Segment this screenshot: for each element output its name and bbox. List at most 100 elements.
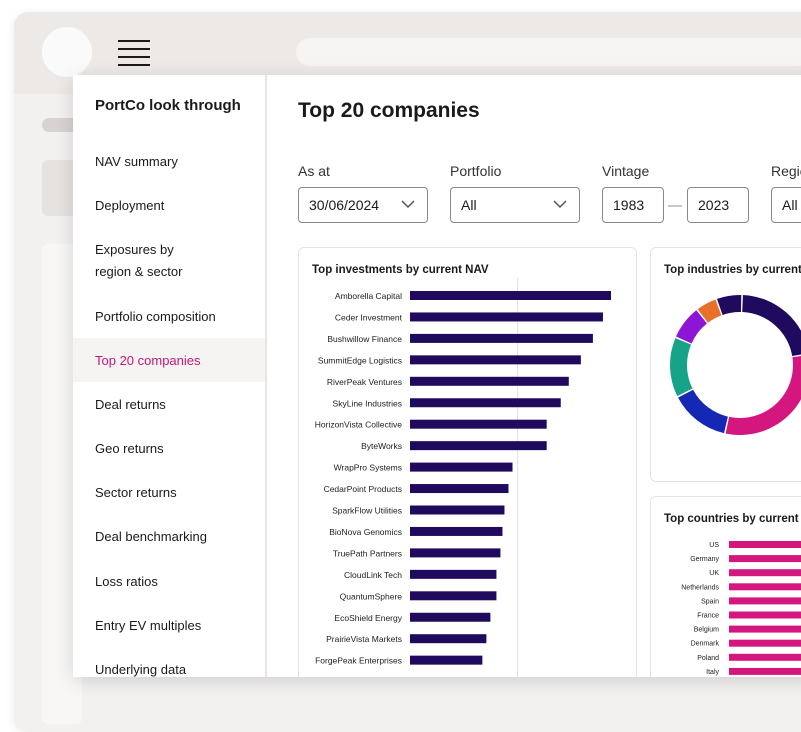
tick-label-quantumsphere: QuantumSphere bbox=[340, 591, 403, 601]
sidebar-item-entry-ev-multiples[interactable]: Entry EV multiples bbox=[73, 603, 265, 647]
tick-label-bionova-genomics: BioNova Genomics bbox=[329, 527, 402, 537]
bar-truepath-partners[interactable] bbox=[410, 548, 501, 558]
sidebar-item-label: Exposures by region & sector bbox=[95, 239, 182, 283]
report-panel: PortCo look through NAV summary Deployme… bbox=[73, 75, 801, 677]
tick-label-uk: UK bbox=[709, 570, 719, 577]
bar-poland[interactable] bbox=[729, 653, 801, 661]
tick-label-france: France bbox=[697, 613, 719, 620]
sidebar-item-geo-returns[interactable]: Geo returns bbox=[73, 426, 265, 470]
top-industries-chart bbox=[670, 295, 801, 435]
portfolio-value: All bbox=[461, 197, 477, 213]
bar-quantumsphere[interactable] bbox=[410, 591, 497, 601]
bar-cedarpoint-products[interactable] bbox=[410, 484, 509, 494]
sidebar-item-top-20-companies[interactable]: Top 20 companies bbox=[73, 338, 265, 382]
tick-label-bushwillow-finance: Bushwillow Finance bbox=[327, 334, 402, 344]
sidebar-item-deployment[interactable]: Deployment bbox=[73, 183, 265, 227]
vintage-to-input[interactable]: 2023 bbox=[687, 187, 749, 223]
bar-cloudlink-tech[interactable] bbox=[410, 569, 497, 579]
avatar[interactable] bbox=[42, 27, 92, 77]
vintage-range-dash bbox=[668, 205, 682, 207]
bar-ecoshield-energy[interactable] bbox=[410, 612, 491, 622]
sidebar-item-label: Top 20 companies bbox=[95, 352, 201, 368]
bar-ceder-investment[interactable] bbox=[410, 312, 603, 322]
bar-summitedge-logistics[interactable] bbox=[410, 355, 581, 365]
sidebar-item-label: Entry EV multiples bbox=[95, 617, 202, 633]
bar-wrappro-systems[interactable] bbox=[410, 462, 513, 472]
sidebar-item-deal-returns[interactable]: Deal returns bbox=[73, 382, 265, 426]
sidebar-item-underlying-data[interactable]: Underlying data bbox=[73, 647, 265, 677]
bar-belgium[interactable] bbox=[729, 625, 801, 633]
donut-slice-2[interactable] bbox=[678, 389, 728, 434]
bar-amborella-capital[interactable] bbox=[410, 291, 611, 300]
tick-label-belgium: Belgium bbox=[694, 627, 719, 634]
hamburger-menu-icon[interactable] bbox=[118, 40, 150, 66]
tick-label-skyline-industries: SkyLine Industries bbox=[333, 398, 402, 408]
as-at-value: 30/06/2024 bbox=[309, 197, 380, 213]
chevron-down-icon bbox=[401, 200, 415, 209]
sidebar-item-sector-returns[interactable]: Sector returns bbox=[73, 470, 265, 514]
bar-sparkflow-utilities[interactable] bbox=[410, 505, 505, 515]
sidebar-item-loss-ratios[interactable]: Loss ratios bbox=[73, 559, 265, 603]
bar-italy[interactable] bbox=[729, 667, 801, 675]
sidebar-item-label: Underlying data bbox=[95, 661, 187, 677]
bar-bionova-genomics[interactable] bbox=[410, 526, 503, 536]
tick-label-byteworks: ByteWorks bbox=[361, 441, 402, 451]
tick-label-italy: Italy bbox=[706, 669, 719, 676]
donut-slice-3[interactable] bbox=[670, 338, 693, 397]
vintage-label: Vintage bbox=[602, 163, 650, 179]
tick-label-denmark: Denmark bbox=[691, 641, 720, 648]
tick-label-netherlands: Netherlands bbox=[681, 584, 719, 591]
top-investments-chart: Amborella Capital Ceder Investment Bushwil… bbox=[315, 278, 611, 677]
bar-forgepeak-enterprises[interactable] bbox=[410, 655, 483, 665]
bar-horizonvista-collective[interactable] bbox=[410, 419, 547, 429]
tick-label-truepath-partners: TruePath Partners bbox=[333, 548, 402, 558]
donut-slice-6[interactable] bbox=[716, 295, 742, 315]
search-bar[interactable] bbox=[296, 38, 801, 66]
region-label: Regio bbox=[771, 163, 801, 179]
bar-uk[interactable] bbox=[729, 569, 801, 577]
bar-germany[interactable] bbox=[729, 555, 801, 563]
bar-netherlands[interactable] bbox=[729, 583, 801, 591]
bar-riverpeak-ventures[interactable] bbox=[410, 376, 569, 386]
as-at-select[interactable]: 30/06/2024 bbox=[298, 187, 428, 223]
bar-spain[interactable] bbox=[729, 597, 801, 605]
bar-byteworks[interactable] bbox=[410, 441, 547, 451]
top-countries-title: Top countries by current bbox=[664, 513, 799, 525]
sidebar-item-label: Sector returns bbox=[95, 484, 177, 500]
top-industries-title: Top industries by current bbox=[664, 264, 801, 276]
sidebar-item-deal-benchmarking[interactable]: Deal benchmarking bbox=[73, 514, 265, 558]
sidebar-title: PortCo look through bbox=[95, 97, 241, 114]
chevron-down-icon bbox=[553, 200, 567, 209]
tick-label-us: US bbox=[709, 542, 719, 549]
vintage-to-value: 2023 bbox=[698, 197, 730, 213]
region-select[interactable]: All bbox=[771, 187, 801, 223]
sidebar-item-label: Geo returns bbox=[95, 440, 164, 456]
tick-label-cedarpoint-products: CedarPoint Products bbox=[324, 484, 402, 494]
main-content: Top 20 companies As at 30/06/2024 Portfo… bbox=[267, 75, 801, 677]
tick-label-wrappro-systems: WrapPro Systems bbox=[334, 463, 402, 473]
bar-denmark[interactable] bbox=[729, 639, 801, 647]
as-at-label: As at bbox=[298, 163, 330, 179]
sidebar-item-portfolio-composition[interactable]: Portfolio composition bbox=[73, 294, 265, 338]
bar-skyline-industries[interactable] bbox=[410, 398, 561, 408]
bar-france[interactable] bbox=[729, 611, 801, 619]
region-value: All bbox=[782, 197, 798, 213]
tick-label-forgepeak-enterprises: ForgePeak Enterprises bbox=[315, 656, 402, 666]
top-investments-card: Top investments by current NAV Amborella… bbox=[298, 247, 637, 677]
donut-slice-1[interactable] bbox=[725, 355, 801, 435]
vintage-from-input[interactable]: 1983 bbox=[602, 187, 664, 223]
sidebar: PortCo look through NAV summary Deployme… bbox=[73, 75, 267, 677]
sidebar-item-label: Loss ratios bbox=[95, 573, 158, 589]
bar-bushwillow-finance[interactable] bbox=[410, 333, 593, 343]
bar-prairievista-markets[interactable] bbox=[410, 634, 487, 644]
tick-label-germany: Germany bbox=[690, 556, 719, 563]
sidebar-item-nav-summary[interactable]: NAV summary bbox=[73, 139, 265, 183]
tick-label-prairievista-markets: PrairieVista Markets bbox=[326, 634, 402, 644]
donut-slice-0[interactable] bbox=[742, 295, 801, 357]
portfolio-select[interactable]: All bbox=[450, 187, 580, 223]
sidebar-item-exposures[interactable]: Exposures by region & sector bbox=[73, 233, 265, 289]
bar-us[interactable] bbox=[729, 541, 801, 548]
sidebar-item-label-line2: region & sector bbox=[95, 264, 183, 279]
vintage-from-value: 1983 bbox=[613, 197, 645, 213]
tick-label-horizonvista-collective: HorizonVista Collective bbox=[315, 420, 403, 430]
